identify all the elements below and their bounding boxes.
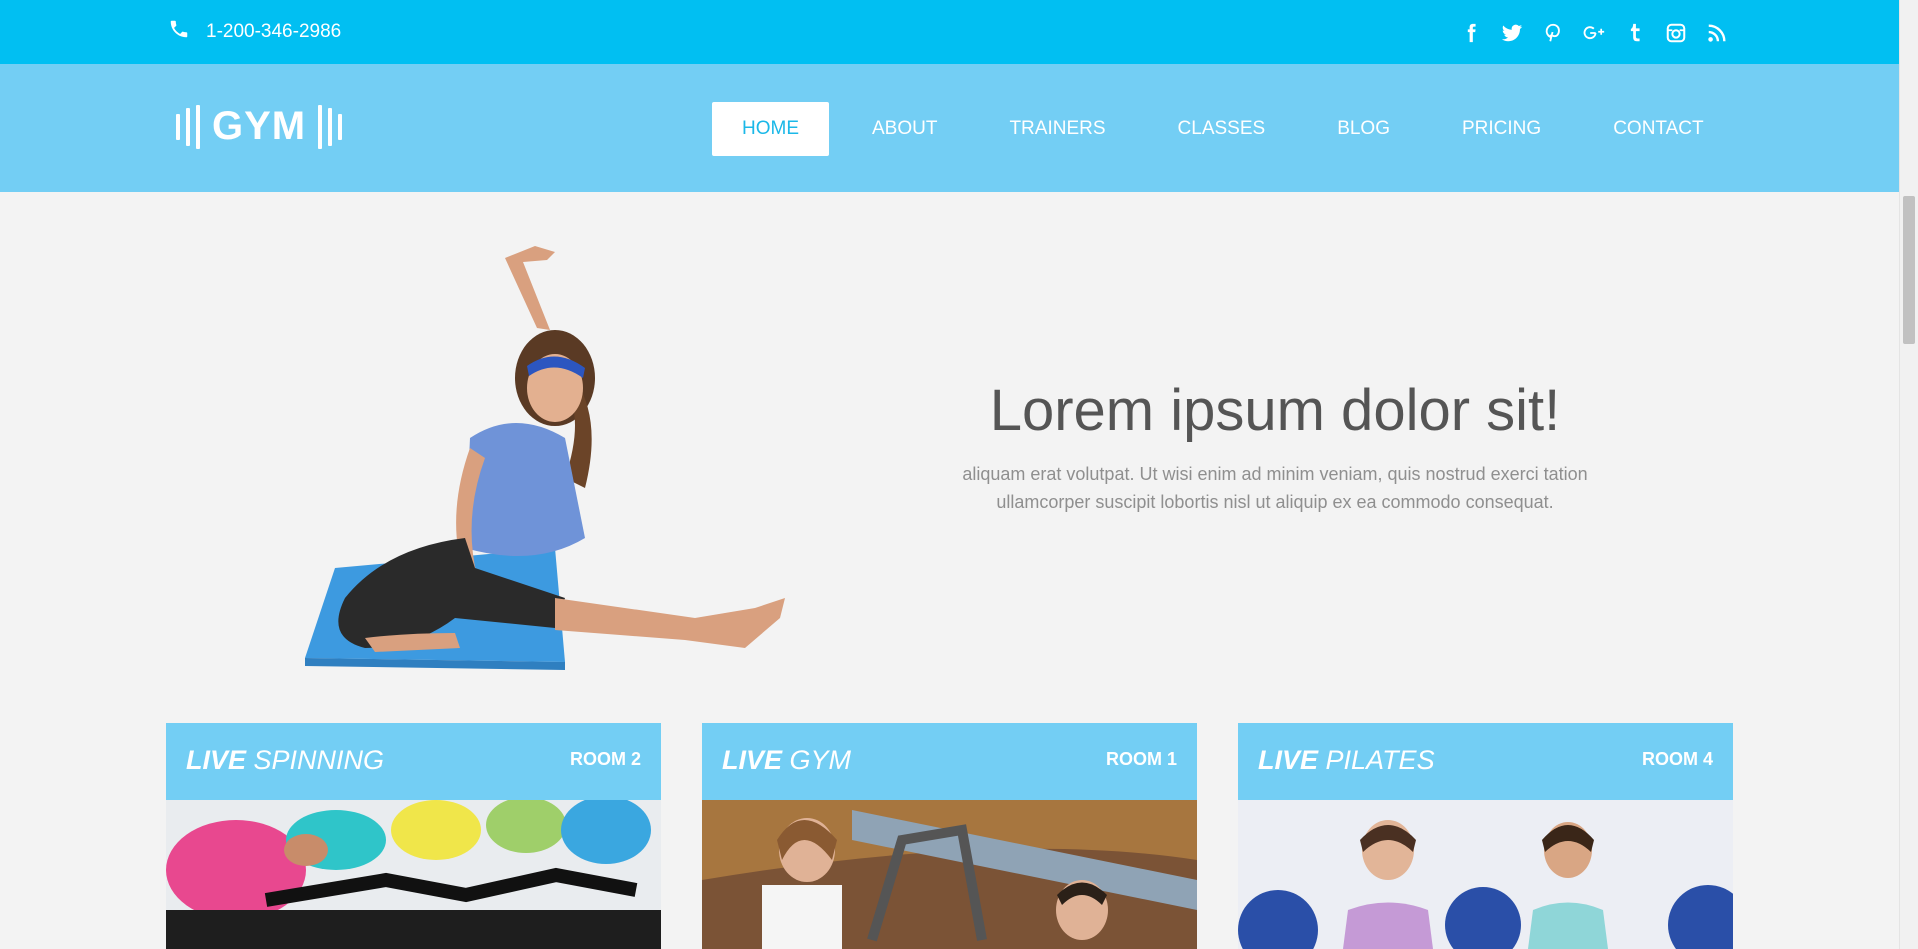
hero-title: Lorem ipsum dolor sit! (989, 378, 1561, 443)
hero-description-line-1: aliquam erat volutpat. Ut wisi enim ad m… (962, 464, 1588, 484)
phone-contact[interactable]: 1-200-346-2986 (168, 18, 341, 46)
main-nav: HOME ABOUT TRAINERS CLASSES BLOG PRICING… (712, 102, 1747, 156)
phone-number: 1-200-346-2986 (206, 21, 342, 42)
main-header: GYM HOME ABOUT TRAINERS CLASSES BLOG PRI… (0, 64, 1899, 192)
class-card-header: LIVE GYM ROOM 1 (702, 723, 1197, 800)
class-card-gym[interactable]: LIVE GYM ROOM 1 (702, 723, 1197, 949)
page-scrollbar[interactable] (1899, 0, 1918, 949)
class-card-header: LIVE PILATES ROOM 4 (1238, 723, 1733, 800)
pilates-class-image (1238, 800, 1733, 949)
nav-trainers[interactable]: TRAINERS (980, 102, 1134, 156)
twitter-icon[interactable] (1500, 20, 1523, 46)
nav-contact[interactable]: CONTACT (1584, 102, 1732, 156)
phone-icon (168, 18, 206, 46)
rss-icon[interactable] (1705, 20, 1728, 46)
logo-text: GYM (212, 104, 307, 148)
top-bar: 1-200-346-2986 (0, 0, 1899, 64)
class-card-spinning[interactable]: LIVE SPINNING ROOM 2 (166, 723, 661, 949)
nav-blog[interactable]: BLOG (1308, 102, 1419, 156)
class-card-pilates[interactable]: LIVE PILATES ROOM 4 (1238, 723, 1733, 949)
class-card-room: ROOM 2 (569, 749, 641, 769)
logo-bars-right-icon (318, 104, 343, 149)
pinterest-icon[interactable] (1541, 20, 1564, 46)
class-card-header: LIVE SPINNING ROOM 2 (166, 723, 661, 800)
google-plus-icon[interactable] (1582, 20, 1605, 46)
scrollbar-thumb[interactable] (1903, 196, 1915, 344)
nav-about[interactable]: ABOUT (843, 102, 966, 156)
class-card-title: LIVE PILATES (1258, 745, 1435, 775)
class-card-room: ROOM 1 (1105, 749, 1177, 769)
nav-home[interactable]: HOME (712, 102, 829, 156)
nav-pricing[interactable]: PRICING (1433, 102, 1570, 156)
spinning-class-image (166, 800, 661, 949)
hero-image-woman-stretching (265, 238, 805, 680)
class-card-title: LIVE SPINNING (186, 745, 385, 775)
hero-description-line-2: ullamcorper suscipit lobortis nisl ut al… (996, 492, 1554, 512)
gym-logo[interactable]: GYM (176, 104, 343, 149)
hero-text: Lorem ipsum dolor sit! aliquam erat volu… (930, 378, 1620, 516)
tumblr-icon[interactable] (1623, 20, 1646, 46)
social-links (1459, 20, 1728, 46)
gym-class-image (702, 800, 1197, 949)
facebook-icon[interactable] (1459, 20, 1482, 46)
class-card-title: LIVE GYM (722, 745, 852, 775)
class-card-room: ROOM 4 (1641, 749, 1713, 769)
nav-classes[interactable]: CLASSES (1149, 102, 1295, 156)
logo-bars-left-icon (176, 104, 200, 149)
instagram-icon[interactable] (1664, 20, 1687, 46)
hero-description: aliquam erat volutpat. Ut wisi enim ad m… (930, 460, 1620, 516)
